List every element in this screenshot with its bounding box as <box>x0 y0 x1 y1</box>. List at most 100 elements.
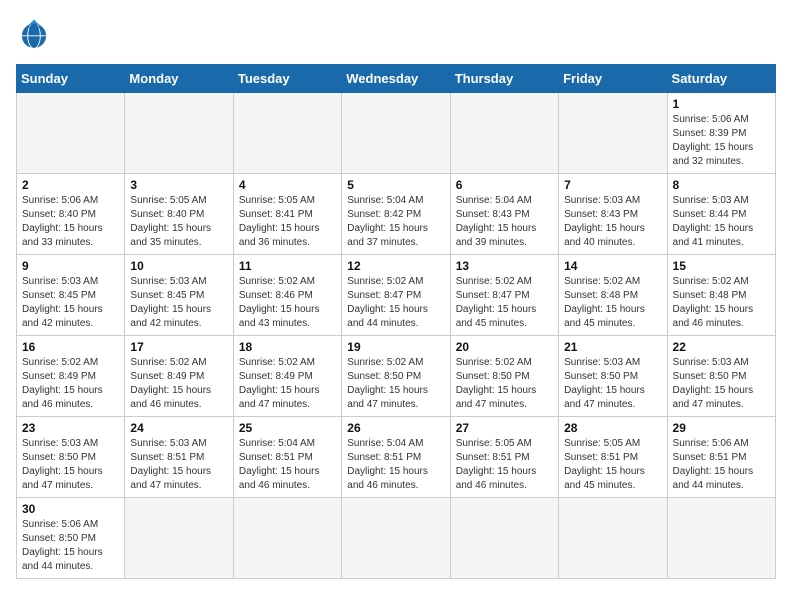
day-number: 1 <box>673 97 770 111</box>
calendar-cell: 11 Sunrise: 5:02 AM Sunset: 8:46 PM Dayli… <box>233 255 341 336</box>
day-info: Sunrise: 5:02 AM Sunset: 8:49 PM Dayligh… <box>130 356 227 412</box>
calendar-cell: 22 Sunrise: 5:03 AM Sunset: 8:50 PM Dayli… <box>667 336 775 417</box>
day-info: Sunrise: 5:03 AM Sunset: 8:43 PM Dayligh… <box>564 194 661 250</box>
day-info: Sunrise: 5:05 AM Sunset: 8:51 PM Dayligh… <box>456 437 553 493</box>
day-info: Sunrise: 5:02 AM Sunset: 8:47 PM Dayligh… <box>456 275 553 331</box>
day-number: 26 <box>347 421 444 435</box>
day-number: 29 <box>673 421 770 435</box>
day-info: Sunrise: 5:06 AM Sunset: 8:50 PM Dayligh… <box>22 518 119 574</box>
day-info: Sunrise: 5:02 AM Sunset: 8:47 PM Dayligh… <box>347 275 444 331</box>
day-info: Sunrise: 5:03 AM Sunset: 8:45 PM Dayligh… <box>22 275 119 331</box>
calendar-cell <box>233 498 341 579</box>
day-info: Sunrise: 5:02 AM Sunset: 8:49 PM Dayligh… <box>22 356 119 412</box>
day-info: Sunrise: 5:05 AM Sunset: 8:51 PM Dayligh… <box>564 437 661 493</box>
day-info: Sunrise: 5:05 AM Sunset: 8:41 PM Dayligh… <box>239 194 336 250</box>
calendar-cell: 30 Sunrise: 5:06 AM Sunset: 8:50 PM Dayli… <box>17 498 125 579</box>
week-row-1: 2 Sunrise: 5:06 AM Sunset: 8:40 PM Daylig… <box>17 174 776 255</box>
calendar-cell: 25 Sunrise: 5:04 AM Sunset: 8:51 PM Dayli… <box>233 417 341 498</box>
calendar-cell: 2 Sunrise: 5:06 AM Sunset: 8:40 PM Daylig… <box>17 174 125 255</box>
day-info: Sunrise: 5:02 AM Sunset: 8:48 PM Dayligh… <box>564 275 661 331</box>
calendar-cell <box>342 498 450 579</box>
calendar-cell: 20 Sunrise: 5:02 AM Sunset: 8:50 PM Dayli… <box>450 336 558 417</box>
calendar-cell: 16 Sunrise: 5:02 AM Sunset: 8:49 PM Dayli… <box>17 336 125 417</box>
week-row-3: 16 Sunrise: 5:02 AM Sunset: 8:49 PM Dayli… <box>17 336 776 417</box>
day-number: 2 <box>22 178 119 192</box>
day-number: 7 <box>564 178 661 192</box>
calendar-table: SundayMondayTuesdayWednesdayThursdayFrid… <box>16 64 776 579</box>
day-info: Sunrise: 5:04 AM Sunset: 8:43 PM Dayligh… <box>456 194 553 250</box>
day-number: 12 <box>347 259 444 273</box>
day-number: 15 <box>673 259 770 273</box>
day-info: Sunrise: 5:06 AM Sunset: 8:40 PM Dayligh… <box>22 194 119 250</box>
calendar-cell <box>233 93 341 174</box>
calendar-cell <box>125 93 233 174</box>
calendar-cell: 10 Sunrise: 5:03 AM Sunset: 8:45 PM Dayli… <box>125 255 233 336</box>
day-number: 11 <box>239 259 336 273</box>
calendar-cell <box>17 93 125 174</box>
calendar-cell: 1Sunrise: 5:06 AM Sunset: 8:39 PM Daylig… <box>667 93 775 174</box>
calendar-cell: 28Sunrise: 5:05 AM Sunset: 8:51 PM Dayli… <box>559 417 667 498</box>
calendar-cell <box>667 498 775 579</box>
calendar-cell: 4 Sunrise: 5:05 AM Sunset: 8:41 PM Daylig… <box>233 174 341 255</box>
day-info: Sunrise: 5:02 AM Sunset: 8:49 PM Dayligh… <box>239 356 336 412</box>
weekday-header-row: SundayMondayTuesdayWednesdayThursdayFrid… <box>17 65 776 93</box>
day-info: Sunrise: 5:03 AM Sunset: 8:45 PM Dayligh… <box>130 275 227 331</box>
day-info: Sunrise: 5:02 AM Sunset: 8:46 PM Dayligh… <box>239 275 336 331</box>
calendar-cell: 26Sunrise: 5:04 AM Sunset: 8:51 PM Dayli… <box>342 417 450 498</box>
day-info: Sunrise: 5:06 AM Sunset: 8:51 PM Dayligh… <box>673 437 770 493</box>
day-number: 4 <box>239 178 336 192</box>
day-number: 14 <box>564 259 661 273</box>
weekday-thursday: Thursday <box>450 65 558 93</box>
day-number: 16 <box>22 340 119 354</box>
calendar-cell <box>125 498 233 579</box>
day-number: 3 <box>130 178 227 192</box>
day-number: 20 <box>456 340 553 354</box>
day-info: Sunrise: 5:02 AM Sunset: 8:50 PM Dayligh… <box>347 356 444 412</box>
day-info: Sunrise: 5:02 AM Sunset: 8:48 PM Dayligh… <box>673 275 770 331</box>
calendar-cell: 23 Sunrise: 5:03 AM Sunset: 8:50 PM Dayli… <box>17 417 125 498</box>
week-row-5: 30 Sunrise: 5:06 AM Sunset: 8:50 PM Dayli… <box>17 498 776 579</box>
day-number: 8 <box>673 178 770 192</box>
calendar-cell: 24Sunrise: 5:03 AM Sunset: 8:51 PM Dayli… <box>125 417 233 498</box>
calendar-cell: 9 Sunrise: 5:03 AM Sunset: 8:45 PM Daylig… <box>17 255 125 336</box>
day-number: 27 <box>456 421 553 435</box>
week-row-0: 1Sunrise: 5:06 AM Sunset: 8:39 PM Daylig… <box>17 93 776 174</box>
day-number: 9 <box>22 259 119 273</box>
day-info: Sunrise: 5:04 AM Sunset: 8:42 PM Dayligh… <box>347 194 444 250</box>
day-number: 18 <box>239 340 336 354</box>
day-info: Sunrise: 5:02 AM Sunset: 8:50 PM Dayligh… <box>456 356 553 412</box>
day-number: 23 <box>22 421 119 435</box>
week-row-2: 9 Sunrise: 5:03 AM Sunset: 8:45 PM Daylig… <box>17 255 776 336</box>
day-number: 21 <box>564 340 661 354</box>
day-info: Sunrise: 5:04 AM Sunset: 8:51 PM Dayligh… <box>239 437 336 493</box>
day-number: 5 <box>347 178 444 192</box>
week-row-4: 23 Sunrise: 5:03 AM Sunset: 8:50 PM Dayli… <box>17 417 776 498</box>
weekday-wednesday: Wednesday <box>342 65 450 93</box>
weekday-sunday: Sunday <box>17 65 125 93</box>
calendar-cell: 27 Sunrise: 5:05 AM Sunset: 8:51 PM Dayli… <box>450 417 558 498</box>
calendar-cell: 14 Sunrise: 5:02 AM Sunset: 8:48 PM Dayli… <box>559 255 667 336</box>
logo <box>16 16 58 52</box>
day-info: Sunrise: 5:03 AM Sunset: 8:50 PM Dayligh… <box>22 437 119 493</box>
calendar-cell <box>342 93 450 174</box>
calendar-cell: 15 Sunrise: 5:02 AM Sunset: 8:48 PM Dayli… <box>667 255 775 336</box>
calendar-cell: 7 Sunrise: 5:03 AM Sunset: 8:43 PM Daylig… <box>559 174 667 255</box>
day-info: Sunrise: 5:03 AM Sunset: 8:44 PM Dayligh… <box>673 194 770 250</box>
day-info: Sunrise: 5:05 AM Sunset: 8:40 PM Dayligh… <box>130 194 227 250</box>
calendar-header: SundayMondayTuesdayWednesdayThursdayFrid… <box>17 65 776 93</box>
day-number: 10 <box>130 259 227 273</box>
day-number: 13 <box>456 259 553 273</box>
calendar-cell <box>559 498 667 579</box>
day-number: 6 <box>456 178 553 192</box>
day-number: 25 <box>239 421 336 435</box>
day-info: Sunrise: 5:03 AM Sunset: 8:50 PM Dayligh… <box>673 356 770 412</box>
day-number: 30 <box>22 502 119 516</box>
calendar-cell: 12 Sunrise: 5:02 AM Sunset: 8:47 PM Dayli… <box>342 255 450 336</box>
calendar-body: 1Sunrise: 5:06 AM Sunset: 8:39 PM Daylig… <box>17 93 776 579</box>
calendar-cell: 3 Sunrise: 5:05 AM Sunset: 8:40 PM Daylig… <box>125 174 233 255</box>
calendar-cell: 5 Sunrise: 5:04 AM Sunset: 8:42 PM Daylig… <box>342 174 450 255</box>
calendar-cell: 13 Sunrise: 5:02 AM Sunset: 8:47 PM Dayli… <box>450 255 558 336</box>
day-number: 22 <box>673 340 770 354</box>
calendar-cell: 18 Sunrise: 5:02 AM Sunset: 8:49 PM Dayli… <box>233 336 341 417</box>
weekday-monday: Monday <box>125 65 233 93</box>
